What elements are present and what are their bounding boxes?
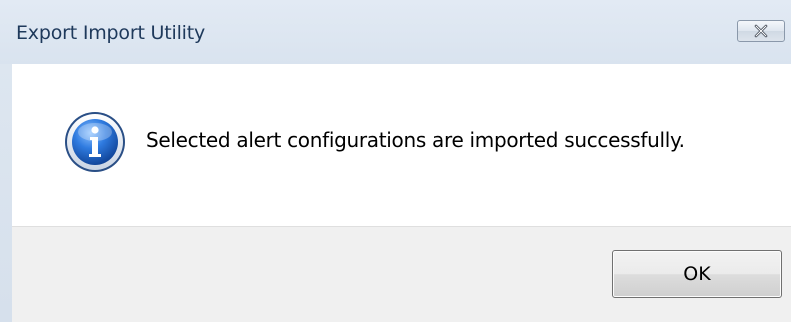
message-dialog: Export Import Utility Selected alert con… [0, 0, 791, 322]
close-icon [752, 24, 770, 38]
ok-button[interactable]: OK [612, 250, 782, 298]
window-title: Export Import Utility [16, 22, 206, 44]
message-text: Selected alert configurations are import… [146, 128, 685, 152]
info-icon [64, 111, 126, 173]
window-frame-left [0, 64, 12, 322]
close-button[interactable] [737, 20, 785, 42]
